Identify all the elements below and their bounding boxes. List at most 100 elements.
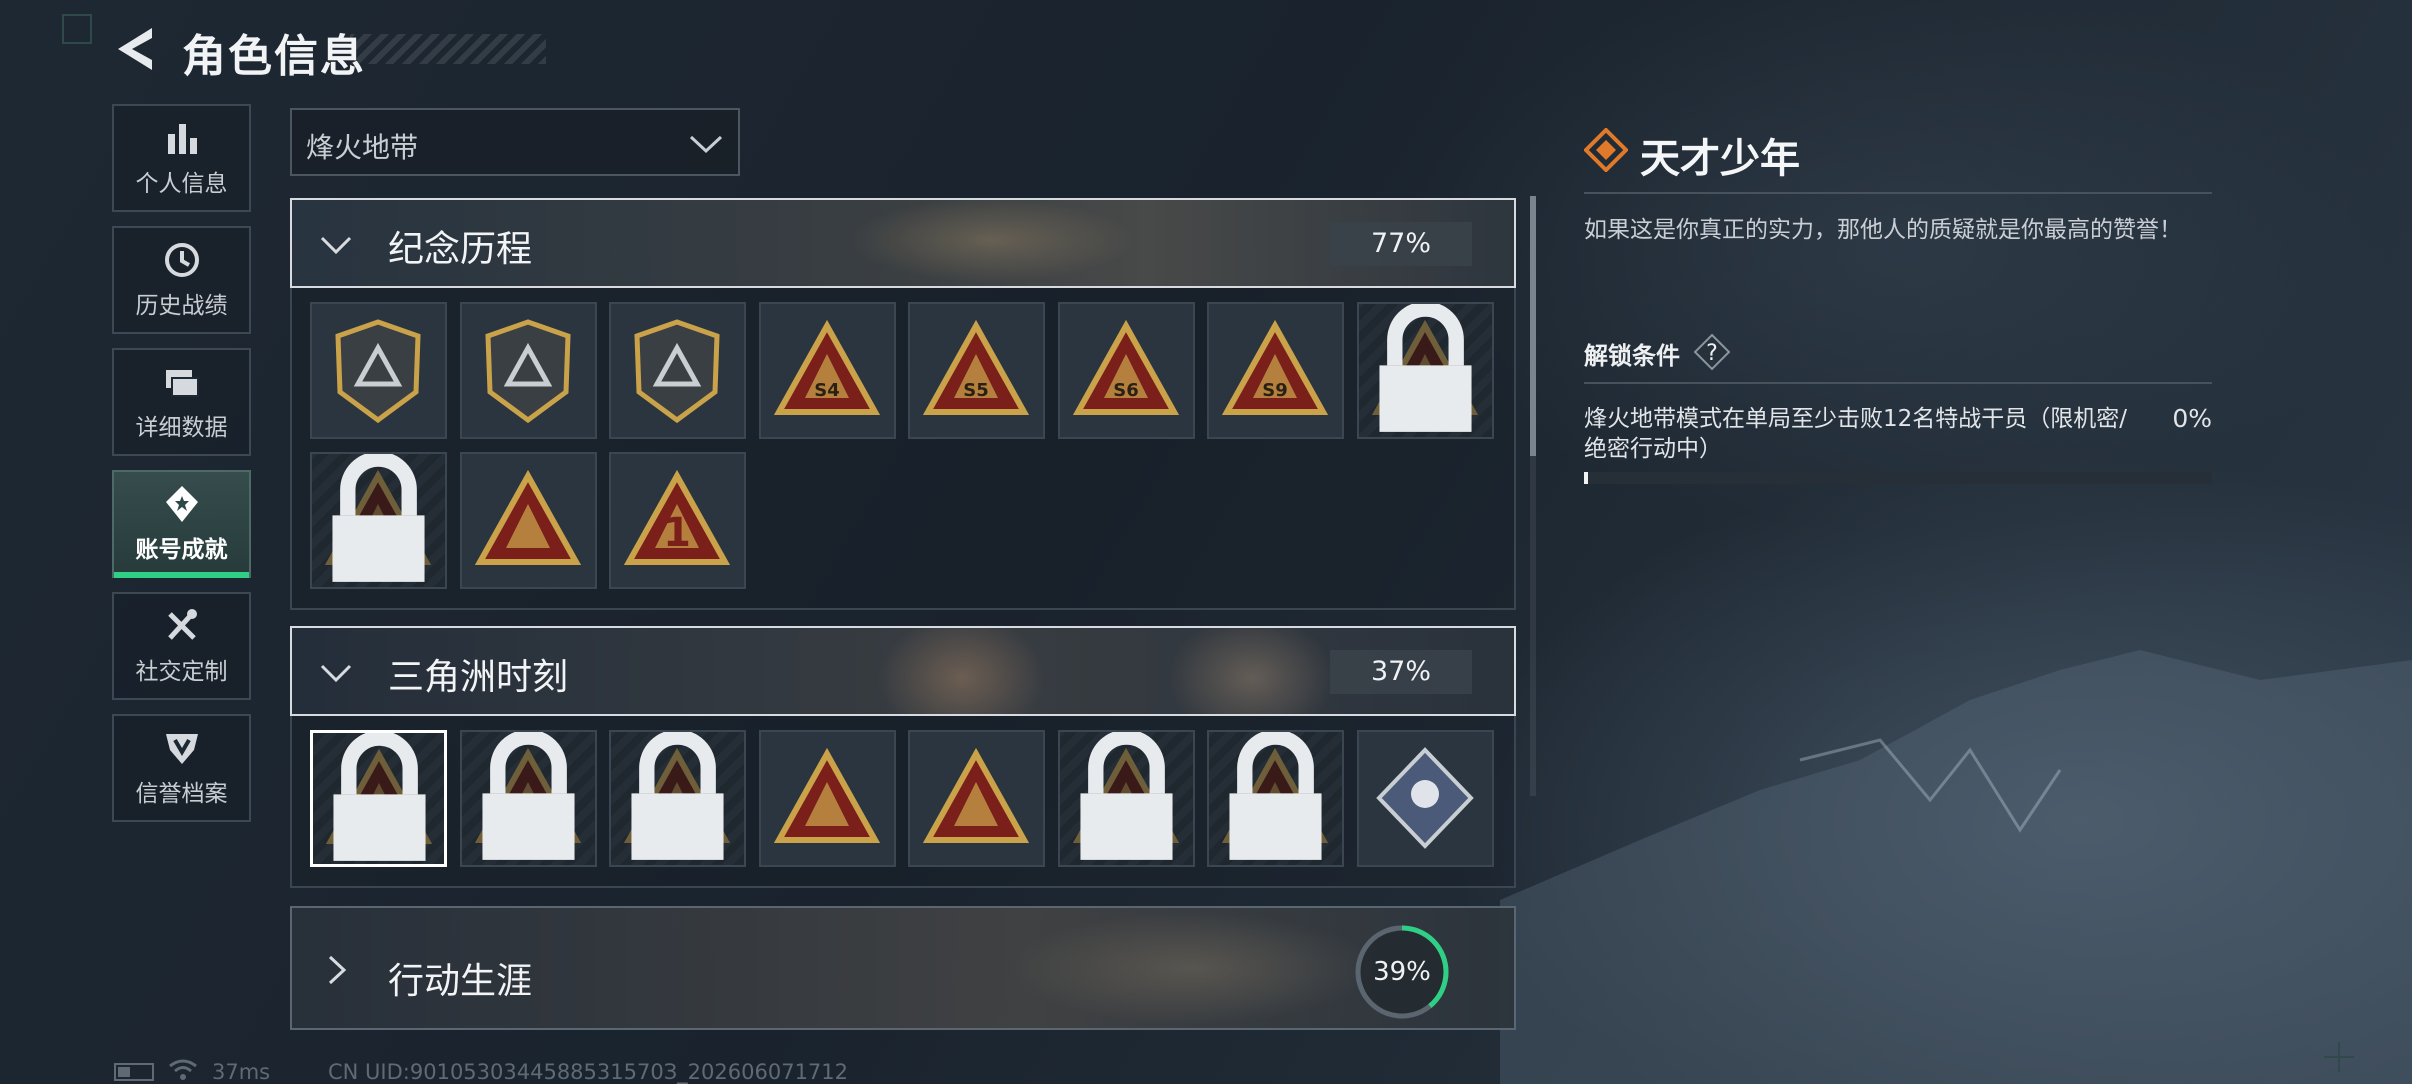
badge-emblem-icon <box>474 469 581 565</box>
achievement-badge[interactable] <box>1207 730 1344 867</box>
badge-emblem-icon: S5 <box>922 319 1030 415</box>
sidebar-item-label: 信誉档案 <box>135 781 228 807</box>
unlock-condition-text: 烽火地带模式在单局至少击败12名特战干员（限机密/绝密行动中） <box>1584 406 2128 462</box>
achievement-badge[interactable] <box>908 730 1045 867</box>
wifi-icon <box>169 1059 197 1080</box>
badge-emblem-icon <box>335 319 421 424</box>
achievement-badge[interactable] <box>609 302 746 439</box>
chevron-down-icon <box>320 664 352 683</box>
sidebar-item-label: 账号成就 <box>135 537 228 563</box>
achievement-description: 如果这是你真正的实力，那他人的质疑就是你最高的赞誉！ <box>1584 217 2182 243</box>
achievement-badge[interactable] <box>1356 730 1494 867</box>
svg-text:S6: S6 <box>1113 380 1139 401</box>
badge-emblem-icon: S9 <box>1221 319 1329 415</box>
lock-icon <box>1378 304 1472 432</box>
chevron-right-icon <box>328 955 347 985</box>
divider <box>1584 192 2212 194</box>
crosshair-icon <box>2324 1042 2354 1072</box>
section-title: 行动生涯 <box>388 961 533 1002</box>
lock-icon <box>332 454 425 582</box>
condition-progress-text: 0% <box>2172 404 2212 433</box>
corner-frame-icon <box>62 14 92 44</box>
sidebar-item-personal-info[interactable]: 个人信息 <box>112 104 251 212</box>
achievement-badge[interactable] <box>310 302 447 439</box>
scrollbar-thumb[interactable] <box>1530 196 1536 456</box>
sidebar-item-label: 详细数据 <box>135 415 228 441</box>
sidebar-item-label: 个人信息 <box>135 171 228 197</box>
back-arrow-icon[interactable] <box>112 24 160 74</box>
lock-icon <box>333 733 426 861</box>
achievement-badge[interactable]: S5 <box>908 302 1045 439</box>
lock-icon <box>481 732 575 860</box>
badge-emblem-icon <box>922 747 1030 843</box>
achievement-medal-icon <box>165 486 198 522</box>
dropdown-selected-value: 烽火地带 <box>306 131 419 164</box>
user-uid: CN UID:9010530344588531570З_202606071712 <box>328 1060 849 1084</box>
unlock-condition-label: 解锁条件 <box>1584 342 1680 370</box>
badge-grid-delta-moments <box>290 716 1516 888</box>
section-title: 三角洲时刻 <box>388 657 569 698</box>
section-header-delta-moments[interactable]: 三角洲时刻 37% <box>290 626 1516 716</box>
achievement-badge[interactable] <box>1356 302 1494 439</box>
achievement-badge[interactable] <box>459 730 597 867</box>
badge-emblem-icon: 1 <box>623 469 731 565</box>
sidebar-item-reputation[interactable]: 信誉档案 <box>112 714 251 822</box>
bar-chart-icon <box>167 124 197 154</box>
chevron-down-icon <box>689 135 723 154</box>
sidebar: 个人信息 历史战绩 详细数据 账号成就 社交定制 信誉档案 <box>112 104 251 836</box>
battery-icon <box>114 1063 154 1081</box>
achievement-badge[interactable]: S4 <box>758 302 896 439</box>
divider <box>1584 382 2212 384</box>
lock-icon <box>631 732 724 860</box>
list-scrollbar[interactable] <box>1530 196 1536 796</box>
sidebar-item-social-customize[interactable]: 社交定制 <box>112 592 251 700</box>
section-progress: 77% <box>1330 222 1472 266</box>
sidebar-item-history[interactable]: 历史战绩 <box>112 226 251 334</box>
title-decoration <box>350 34 546 64</box>
badge-grid-memorial: S4 S5 S6 S9 1 <box>290 288 1516 610</box>
diamond-emblem-icon <box>1584 128 1628 172</box>
wrench-tools-icon <box>167 609 197 640</box>
achievement-badge[interactable] <box>310 730 447 867</box>
badge-emblem-icon <box>1375 747 1474 849</box>
shield-badge-icon <box>165 734 198 764</box>
badge-emblem-icon <box>773 747 880 843</box>
badge-emblem-icon: S6 <box>1072 319 1179 415</box>
section-header-memorial[interactable]: 纪念历程 77% <box>290 198 1516 288</box>
section-progress: 39% <box>1373 957 1431 987</box>
help-symbol: ? <box>1706 341 1718 366</box>
help-icon[interactable]: ? <box>1692 332 1732 372</box>
badge-emblem-icon: S4 <box>773 319 880 415</box>
chevron-down-icon <box>320 236 352 255</box>
sidebar-item-achievements[interactable]: 账号成就 <box>112 470 251 578</box>
section-header-operations-career[interactable]: 行动生涯 39% <box>290 906 1516 1030</box>
condition-progress-bar <box>1584 472 2212 484</box>
achievement-badge[interactable] <box>609 730 746 867</box>
network-ping: 37ms <box>212 1060 271 1084</box>
mode-dropdown[interactable]: 烽火地带 <box>290 108 740 176</box>
background-mountain-ridge <box>1500 650 2412 1084</box>
lock-icon <box>1079 732 1173 860</box>
achievement-badge[interactable]: S6 <box>1057 302 1195 439</box>
folder-stack-icon <box>165 370 199 397</box>
page-title: 角色信息 <box>182 31 366 82</box>
achievement-badge[interactable] <box>758 730 896 867</box>
lock-icon <box>1229 732 1322 860</box>
badge-emblem-icon <box>484 319 571 424</box>
sidebar-item-label: 历史战绩 <box>135 293 228 319</box>
svg-text:S9: S9 <box>1262 380 1288 401</box>
achievement-badge[interactable]: 1 <box>609 452 746 589</box>
achievement-badge[interactable] <box>459 452 597 589</box>
svg-text:S5: S5 <box>963 380 989 401</box>
section-title: 纪念历程 <box>388 229 533 270</box>
sidebar-item-detailed-data[interactable]: 详细数据 <box>112 348 251 456</box>
achievement-badge[interactable] <box>459 302 597 439</box>
achievement-badge[interactable] <box>310 452 447 589</box>
condition-progress-fill <box>1584 472 1588 484</box>
history-clock-icon <box>164 243 199 277</box>
section-progress: 37% <box>1330 650 1472 694</box>
svg-text:S4: S4 <box>814 380 840 401</box>
svg-text:1: 1 <box>663 510 691 556</box>
achievement-badge[interactable]: S9 <box>1207 302 1344 439</box>
achievement-badge[interactable] <box>1057 730 1195 867</box>
